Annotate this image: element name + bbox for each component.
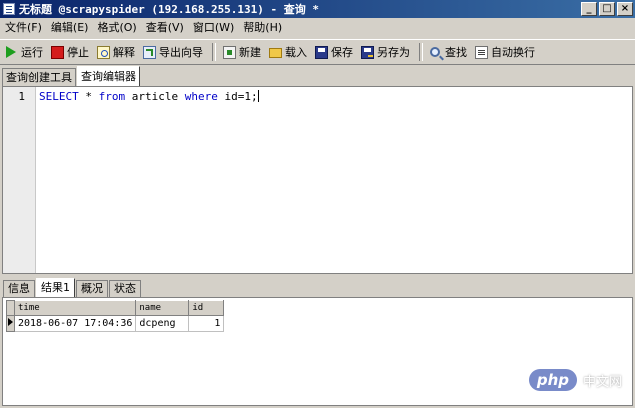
new-button[interactable]: 新建 <box>220 42 264 62</box>
code-line[interactable]: SELECT * from article where id=1; <box>39 90 259 103</box>
close-button[interactable]: × <box>617 2 633 16</box>
magnifier-icon <box>430 47 440 57</box>
tab-info[interactable]: 信息 <box>3 280 35 297</box>
column-header-time[interactable]: time <box>13 300 137 316</box>
sql-keyword-select: SELECT <box>39 90 79 103</box>
run-label: 运行 <box>21 46 43 59</box>
find-label: 查找 <box>445 46 467 59</box>
column-header-id[interactable]: id <box>188 300 225 316</box>
cell-time[interactable]: 2018-06-07 17:04:36 <box>13 315 137 332</box>
play-icon <box>6 46 16 58</box>
menu-view[interactable]: 查看(V) <box>142 18 188 37</box>
result-pane: time name id 2018-06-07 17:04:36 dcpeng … <box>2 297 633 406</box>
new-query-icon <box>223 45 236 59</box>
title-bar: 无标题 @scrapyspider (192.168.255.131) - 查询… <box>0 0 635 18</box>
menu-window[interactable]: 窗口(W) <box>189 18 238 37</box>
sql-keyword-where: where <box>184 90 218 103</box>
floppy-icon <box>315 45 328 59</box>
stop-button[interactable]: 停止 <box>48 42 92 62</box>
word-wrap-button[interactable]: 自动换行 <box>472 42 538 62</box>
export-wizard-label: 导出向导 <box>159 46 203 59</box>
window-title: 无标题 @scrapyspider (192.168.255.131) - 查询… <box>19 3 320 16</box>
save-button[interactable]: 保存 <box>312 42 356 62</box>
explain-icon <box>97 45 110 59</box>
menu-bar: 文件(F) 编辑(E) 格式(O) 查看(V) 窗口(W) 帮助(H) <box>0 18 635 37</box>
save-as-button[interactable]: 另存为 <box>358 42 413 62</box>
column-header-name[interactable]: name <box>135 300 190 316</box>
sql-condition: id=1; <box>217 90 258 103</box>
save-label: 保存 <box>331 46 353 59</box>
menu-format[interactable]: 格式(O) <box>93 18 140 37</box>
explain-button[interactable]: 解释 <box>94 42 138 62</box>
folder-icon <box>269 48 282 58</box>
window-controls: _ □ × <box>581 2 633 16</box>
table-row[interactable]: 2018-06-07 17:04:36 dcpeng 1 <box>6 315 225 332</box>
watermark-text: 中文网 <box>582 374 622 390</box>
explain-label: 解释 <box>113 46 135 59</box>
sql-keyword-from: from <box>98 90 126 103</box>
toolbar-separator <box>419 43 423 61</box>
sql-table-name: article <box>125 90 185 103</box>
cell-name[interactable]: dcpeng <box>135 315 190 332</box>
export-icon <box>143 45 156 59</box>
stop-icon <box>51 45 64 59</box>
word-wrap-icon <box>475 45 488 59</box>
new-label: 新建 <box>239 46 261 59</box>
pane-splitter[interactable] <box>0 274 635 278</box>
app-icon <box>3 3 15 15</box>
run-button[interactable]: 运行 <box>3 42 46 62</box>
find-button[interactable]: 查找 <box>427 42 470 62</box>
row-indicator-header <box>6 300 15 316</box>
line-number-gutter: 1 <box>3 87 36 273</box>
load-button[interactable]: 载入 <box>266 42 310 62</box>
sql-editor[interactable]: 1 SELECT * from article where id=1; <box>2 86 633 274</box>
stop-label: 停止 <box>67 46 89 59</box>
result-tabs: 信息 结果1 概况 状态 <box>3 278 142 297</box>
watermark-badge: php <box>528 369 577 391</box>
word-wrap-label: 自动换行 <box>491 46 535 59</box>
tab-profile[interactable]: 概况 <box>76 280 108 297</box>
tab-query-builder[interactable]: 查询创建工具 <box>2 68 76 86</box>
save-as-label: 另存为 <box>377 46 410 59</box>
editor-tabs: 查询创建工具 查询编辑器 <box>2 66 141 86</box>
cell-id[interactable]: 1 <box>188 315 225 332</box>
menu-edit[interactable]: 编辑(E) <box>47 18 93 37</box>
menu-file[interactable]: 文件(F) <box>1 18 46 37</box>
minimize-button[interactable]: _ <box>581 2 597 16</box>
watermark-logo: php 中文网 <box>528 369 622 391</box>
current-row-arrow-icon <box>8 318 13 326</box>
row-indicator <box>6 315 15 332</box>
result-grid: time name id 2018-06-07 17:04:36 dcpeng … <box>6 300 225 332</box>
maximize-button[interactable]: □ <box>599 2 615 16</box>
toolbar-separator <box>212 43 216 61</box>
export-wizard-button[interactable]: 导出向导 <box>140 42 206 62</box>
tab-status[interactable]: 状态 <box>109 280 141 297</box>
load-label: 载入 <box>285 46 307 59</box>
save-as-icon <box>361 45 374 59</box>
tab-result-1[interactable]: 结果1 <box>36 278 75 297</box>
tab-query-editor[interactable]: 查询编辑器 <box>77 66 140 86</box>
menu-help[interactable]: 帮助(H) <box>239 18 286 37</box>
sql-star: * <box>78 90 99 103</box>
toolbar: 运行 停止 解释 导出向导 新建 载入 保存 另存为 查找 自动换行 <box>0 39 635 65</box>
text-caret <box>257 90 259 102</box>
line-number: 1 <box>18 90 25 103</box>
